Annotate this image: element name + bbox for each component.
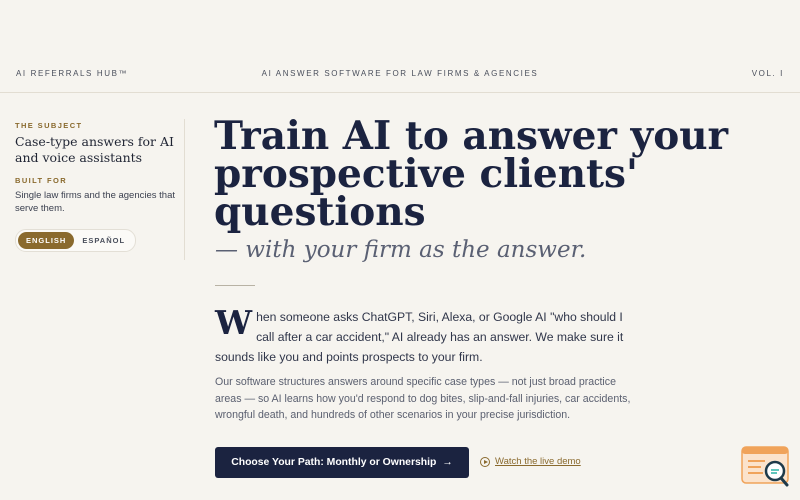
top-divider [0,92,800,93]
body-paragraph: Our software structures answers around s… [215,376,631,421]
tagline: AI ANSWER SOFTWARE FOR LAW FIRMS & AGENC… [261,69,539,78]
search-chat-widget-icon[interactable] [741,446,791,488]
watch-demo-link[interactable]: Watch the live demo [480,456,581,467]
volume-label: VOL. I [751,69,784,78]
sidebar: THE SUBJECT Case-type answers for AI and… [15,121,175,252]
lead-paragraph: When someone asks ChatGPT, Siri, Alexa, … [215,303,640,367]
hero-headline: Train AI to answer your prospective clie… [214,113,729,235]
demo-link-label: Watch the live demo [495,456,581,467]
cta-label: Choose Your Path: Monthly or Ownership [231,457,437,468]
section-rule [215,285,255,286]
language-toggle: ENGLISH ESPAÑOL [15,229,137,252]
built-for-label: BUILT FOR [15,176,68,185]
subject-text: Case-type answers for AI and voice assis… [15,134,174,165]
subject-label: THE SUBJECT [15,121,83,130]
built-for-text: Single law firms and the agencies that s… [15,190,176,214]
language-spanish-button[interactable]: ESPAÑOL [74,232,133,249]
top-bar: AI REFERRALS HUB™ AI ANSWER SOFTWARE FOR… [16,69,784,81]
choose-path-button[interactable]: Choose Your Path: Monthly or Ownership → [215,447,469,478]
drop-cap: W [215,303,253,342]
lead-text: hen someone asks ChatGPT, Siri, Alexa, o… [215,310,624,364]
sidebar-divider [184,119,185,260]
arrow-right-icon: → [442,457,453,468]
language-english-button[interactable]: ENGLISH [18,232,75,249]
play-circle-icon [480,456,490,467]
hero-subheadline: — with your firm as the answer. [215,237,587,263]
